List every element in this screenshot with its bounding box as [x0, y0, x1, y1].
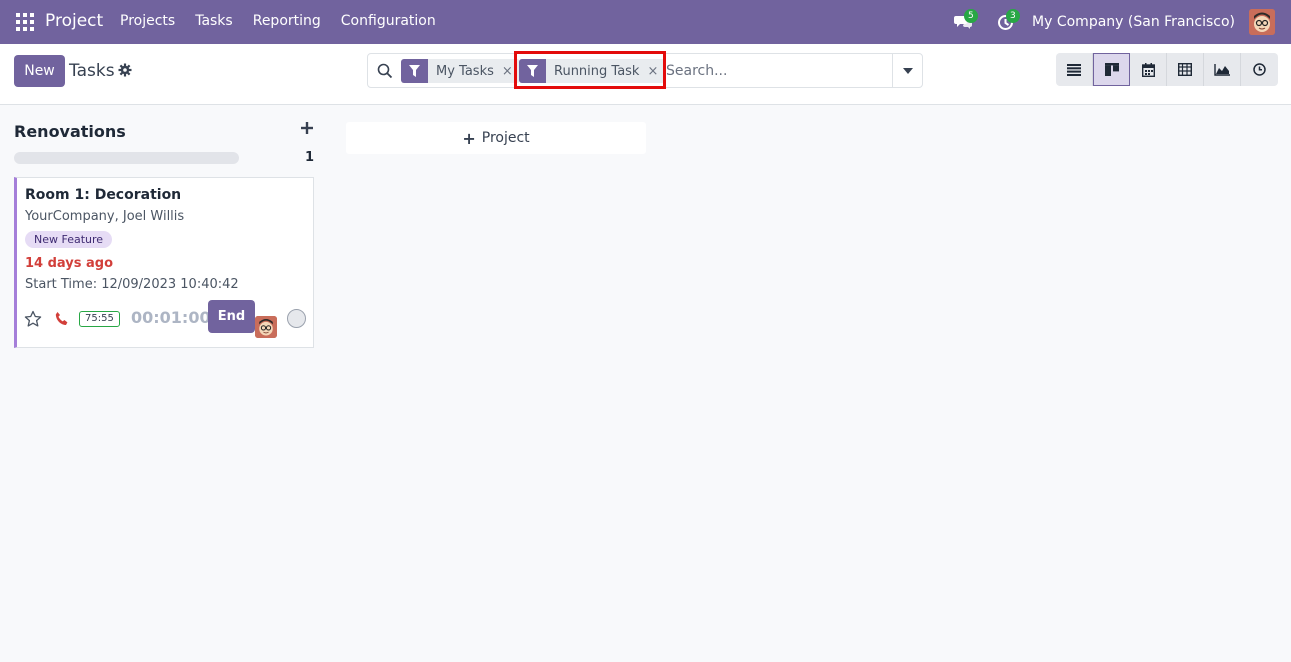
activity-view-button[interactable] [1241, 53, 1278, 86]
view-switcher [1056, 53, 1278, 86]
kanban-icon [1104, 63, 1119, 76]
activities-button[interactable]: 3 [990, 8, 1020, 36]
column-title[interactable]: Renovations [14, 122, 126, 141]
activities-badge: 3 [1006, 9, 1020, 23]
pivot-table-icon [1178, 63, 1192, 76]
facet-my-tasks: My Tasks × [401, 59, 520, 83]
messages-badge: 5 [964, 9, 978, 23]
plus-icon[interactable] [300, 121, 314, 135]
list-icon [1067, 63, 1081, 76]
search-options-toggle[interactable] [892, 53, 923, 88]
column-progress-bar[interactable] [14, 152, 239, 164]
star-icon[interactable] [24, 310, 42, 328]
messages-button[interactable]: 5 [948, 8, 978, 36]
calendar-icon [1141, 62, 1155, 77]
pivot-view-button[interactable] [1167, 53, 1204, 86]
kanban-view-button[interactable] [1093, 53, 1130, 86]
assignee-avatar[interactable] [255, 316, 277, 338]
allocated-hours-badge: 75:55 [79, 311, 120, 327]
search-input[interactable] [666, 61, 886, 81]
facet-label: My Tasks [436, 63, 494, 79]
area-chart-icon [1214, 63, 1230, 76]
list-view-button[interactable] [1056, 53, 1093, 86]
menu-reporting[interactable]: Reporting [253, 13, 321, 29]
app-brand[interactable]: Project [45, 11, 103, 31]
task-card[interactable]: Room 1: Decoration YourCompany, Joel Wil… [14, 177, 314, 348]
task-deadline: 14 days ago [25, 256, 114, 271]
add-project-label: Project [481, 130, 530, 146]
task-title: Room 1: Decoration [25, 187, 182, 203]
task-start-time: Start Time: 12/09/2023 10:40:42 [25, 277, 239, 292]
company-switcher[interactable]: My Company (San Francisco) [1032, 14, 1235, 30]
highlight-box [514, 51, 666, 89]
search-icon[interactable] [377, 63, 393, 79]
column-count: 1 [305, 150, 315, 165]
systray: 5 3 My Company (San Francisco) [948, 8, 1275, 36]
task-subtitle: YourCompany, Joel Willis [25, 209, 185, 224]
page-title: Tasks [69, 61, 115, 81]
menu-tasks[interactable]: Tasks [195, 13, 233, 29]
top-navbar: Project Projects Tasks Reporting Configu… [0, 0, 1291, 44]
main-menu: Projects Tasks Reporting Configuration [120, 13, 456, 29]
caret-down-icon [902, 67, 913, 74]
app-grid-icon[interactable] [16, 13, 34, 31]
end-timer-button[interactable]: End [208, 300, 255, 333]
graph-view-button[interactable] [1204, 53, 1241, 86]
task-state-toggle[interactable] [287, 309, 306, 328]
clock-icon [1253, 63, 1266, 76]
add-project-button[interactable]: + Project [346, 122, 646, 154]
task-tag: New Feature [25, 231, 113, 248]
task-timer: 00:01:00 [131, 308, 211, 327]
filter-icon [401, 59, 428, 83]
menu-configuration[interactable]: Configuration [341, 13, 436, 29]
gear-icon[interactable] [118, 63, 132, 77]
calendar-view-button[interactable] [1130, 53, 1167, 86]
user-avatar[interactable] [1249, 9, 1275, 35]
new-button[interactable]: New [14, 55, 65, 87]
phone-icon[interactable] [54, 311, 70, 327]
plus-icon: + [462, 128, 476, 148]
menu-projects[interactable]: Projects [120, 13, 175, 29]
